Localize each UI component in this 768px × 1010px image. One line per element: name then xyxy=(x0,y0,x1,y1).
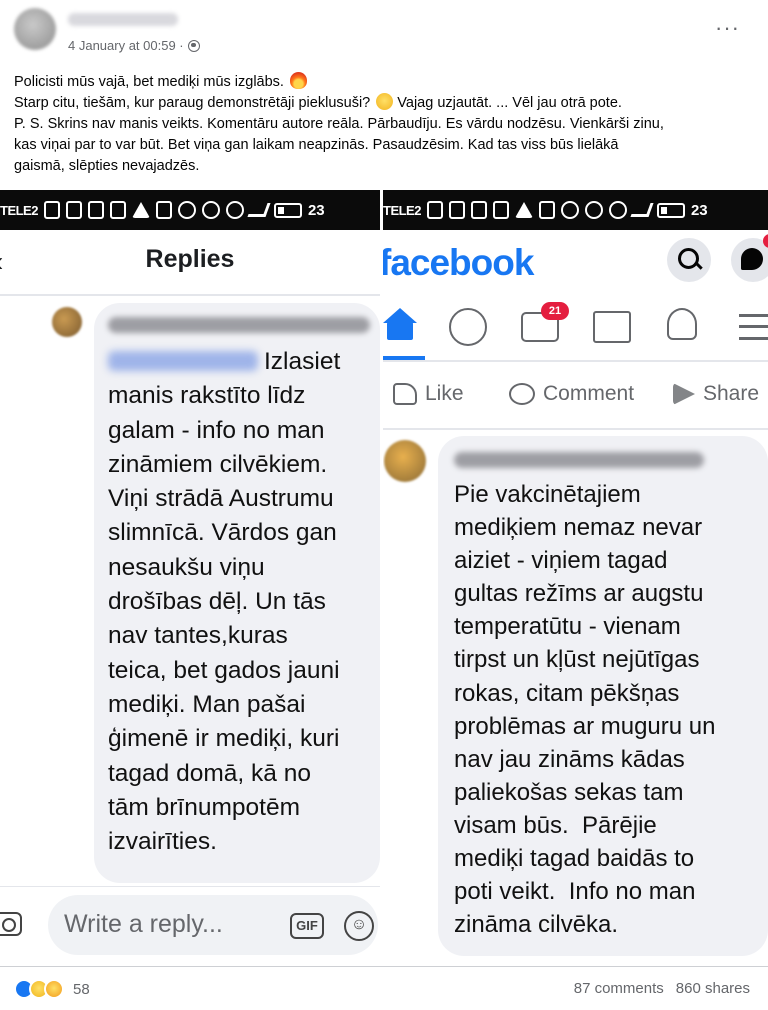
comment-bubble: Izlasiet manis rakstīto līdz galam - inf… xyxy=(94,303,380,883)
worried-emoji-icon xyxy=(376,93,394,110)
wifi-icon xyxy=(225,201,244,219)
post-text: Policisti mūs vajā, bet mediķi mūs izglā… xyxy=(14,72,754,177)
battery-icon xyxy=(273,202,302,218)
watch-badge: 21 xyxy=(541,302,569,320)
carrier-label: TELE2 xyxy=(383,202,421,218)
post-meta: 4 January at 00:59 · xyxy=(68,38,200,53)
post-text-line: kas viņai par to var būt. Bet viņa gan l… xyxy=(14,137,619,153)
comment-button[interactable]: Comment xyxy=(509,382,634,406)
author-name-blurred[interactable] xyxy=(68,13,178,26)
app-icon xyxy=(492,201,509,219)
facebook-icon xyxy=(87,201,104,219)
messenger-icon[interactable] xyxy=(731,234,768,282)
facebook-icon xyxy=(470,201,487,219)
thumbs-up-icon xyxy=(393,383,417,405)
reply-input[interactable]: Write a reply... GIF ☺ xyxy=(48,895,378,955)
status-time: 23 xyxy=(307,201,325,219)
alarm-icon xyxy=(201,201,220,219)
nav-tabs: 21 xyxy=(383,298,768,360)
comment-bubble: Pie vakcinētajiem mediķiem nemaz nevar a… xyxy=(438,436,768,956)
commenter-avatar[interactable] xyxy=(52,307,82,337)
notifications-icon[interactable] xyxy=(667,308,697,340)
menu-icon[interactable] xyxy=(739,314,768,340)
notification-icon xyxy=(448,201,465,219)
post-footer: 58 87 comments 860 shares xyxy=(0,966,768,1010)
add-icon xyxy=(43,201,60,219)
replies-screenshot[interactable]: TELE2 23 ‹ Replies Izlasiet manis rakstī… xyxy=(0,190,380,966)
post-text-line: Policisti mūs vajā, bet mediķi mūs izglā… xyxy=(14,72,754,93)
haha-reaction-icon xyxy=(44,979,64,999)
warning-icon xyxy=(514,202,533,218)
comment-label: Comment xyxy=(543,382,635,405)
sim-icon xyxy=(155,201,172,219)
sim-icon xyxy=(538,201,555,219)
sync-icon xyxy=(177,201,196,219)
warning-icon xyxy=(131,202,150,218)
watch-icon[interactable]: 21 xyxy=(521,302,569,342)
post-text-line: gaismā, slēpties nevajadzēs. xyxy=(14,158,200,174)
app-icon xyxy=(109,201,126,219)
comments-count[interactable]: 87 comments xyxy=(574,980,664,997)
sync-icon xyxy=(560,201,579,219)
marketplace-icon[interactable] xyxy=(593,311,631,343)
alarm-icon xyxy=(584,201,603,219)
comment-icon xyxy=(509,383,535,405)
comment-text: Izlasiet manis rakstīto līdz galam - inf… xyxy=(108,348,341,856)
divider xyxy=(383,428,768,430)
facebook-screenshot[interactable]: TELE2 23 facebook 21 Like Comment Share … xyxy=(383,190,768,966)
post-header: 4 January at 00:59 · ··· xyxy=(0,0,768,68)
groups-icon[interactable] xyxy=(449,308,487,346)
carrier-label: TELE2 xyxy=(0,202,38,218)
wifi-icon xyxy=(608,201,627,219)
notification-icon xyxy=(65,201,82,219)
tagged-name-blurred xyxy=(108,351,258,371)
post-text-line: P. S. Skrins nav manis veikts. Komentāru… xyxy=(14,116,664,132)
commenter-name-blurred[interactable] xyxy=(108,317,370,333)
messenger-badge xyxy=(763,234,768,248)
share-button[interactable]: Share xyxy=(673,382,759,406)
globe-icon xyxy=(187,39,200,52)
share-label: Share xyxy=(703,382,760,405)
commenter-avatar[interactable] xyxy=(384,440,426,482)
add-icon xyxy=(426,201,443,219)
divider xyxy=(383,360,768,362)
facebook-logo[interactable]: facebook xyxy=(383,242,534,284)
reactions-summary[interactable]: 58 xyxy=(14,979,90,999)
status-time: 23 xyxy=(690,201,708,219)
battery-icon xyxy=(656,202,685,218)
more-options-icon[interactable]: ··· xyxy=(715,17,740,39)
reaction-count: 58 xyxy=(73,980,90,998)
reply-placeholder: Write a reply... xyxy=(64,910,223,938)
share-icon xyxy=(673,383,695,405)
like-button[interactable]: Like xyxy=(393,382,464,406)
post-stats: 87 comments 860 shares xyxy=(574,980,750,997)
search-icon[interactable] xyxy=(667,238,711,282)
post-timestamp[interactable]: 4 January at 00:59 · xyxy=(68,38,184,53)
status-bar: TELE2 23 xyxy=(383,190,768,230)
page-title: Replies xyxy=(145,245,235,273)
signal-icon xyxy=(630,203,654,217)
author-avatar[interactable] xyxy=(14,8,56,50)
reply-bar: Write a reply... GIF ☺ xyxy=(0,886,380,966)
camera-icon[interactable] xyxy=(0,912,22,936)
home-icon[interactable] xyxy=(383,308,421,346)
signal-icon xyxy=(247,203,271,217)
shares-count[interactable]: 860 shares xyxy=(676,980,750,997)
emoji-icon[interactable]: ☺ xyxy=(344,911,374,941)
fire-emoji-icon xyxy=(290,72,307,89)
post-actions: Like Comment Share xyxy=(383,368,768,424)
comment-text: Pie vakcinētajiem mediķiem nemaz nevar a… xyxy=(454,481,716,939)
commenter-name-blurred[interactable] xyxy=(454,452,704,468)
divider xyxy=(0,294,380,296)
status-bar: TELE2 23 xyxy=(0,190,380,230)
gif-icon[interactable]: GIF xyxy=(290,913,324,939)
post-text-line: Starp citu, tiešām, kur paraug demonstrē… xyxy=(14,93,622,111)
like-label: Like xyxy=(425,382,464,405)
